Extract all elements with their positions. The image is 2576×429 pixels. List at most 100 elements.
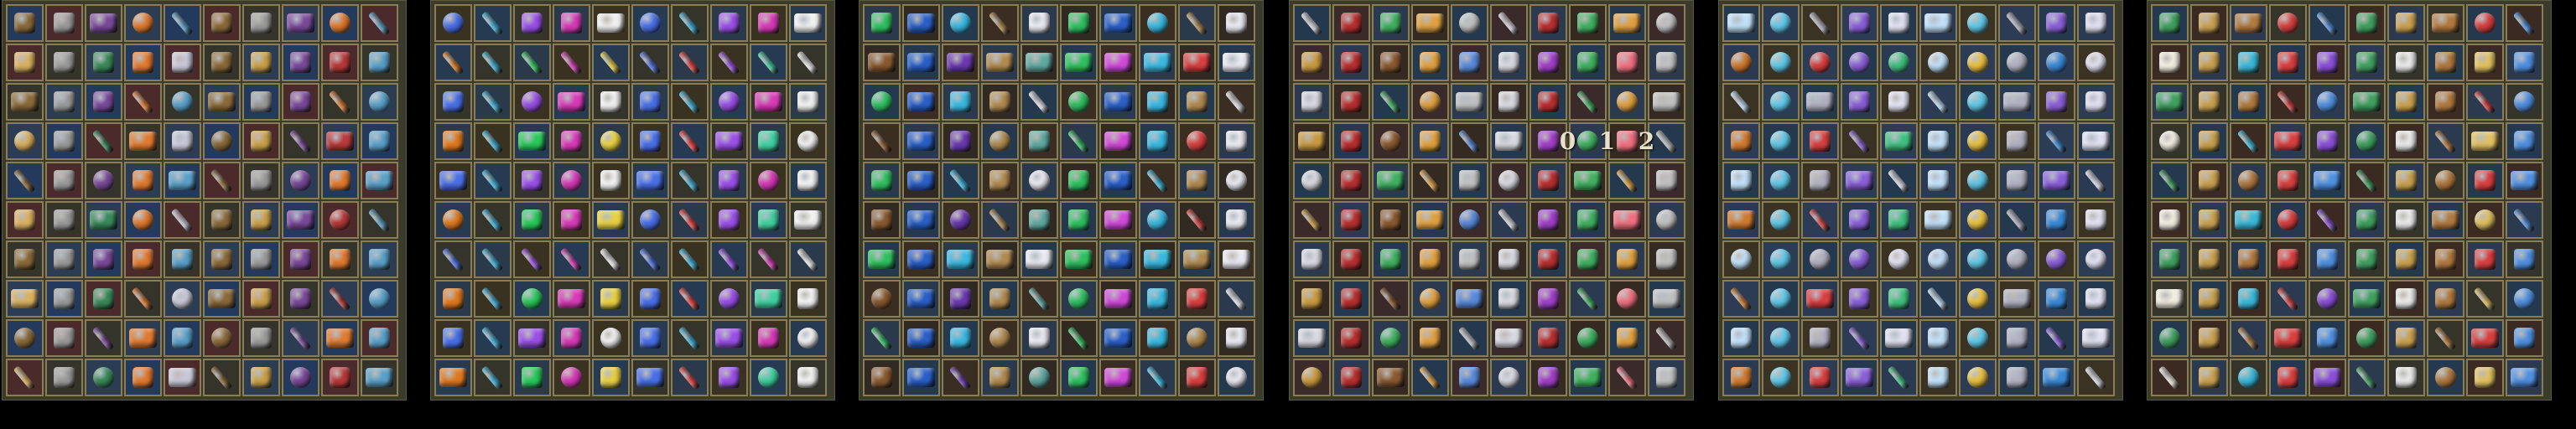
item-slot[interactable]	[474, 280, 512, 318]
item-slot[interactable]	[361, 319, 398, 357]
item-slot[interactable]	[592, 122, 630, 160]
item-slot[interactable]	[2269, 319, 2307, 357]
item-slot[interactable]	[1490, 83, 1528, 121]
item-slot[interactable]	[750, 83, 787, 121]
item-slot[interactable]	[1139, 83, 1176, 121]
item-slot[interactable]	[2151, 122, 2189, 160]
item-slot[interactable]	[2466, 122, 2504, 160]
item-slot[interactable]	[902, 83, 940, 121]
item-slot[interactable]	[321, 280, 359, 318]
item-slot[interactable]	[361, 4, 398, 42]
item-slot[interactable]	[1801, 162, 1839, 199]
item-slot[interactable]	[1411, 319, 1449, 357]
item-slot[interactable]	[2506, 4, 2543, 42]
item-slot[interactable]	[1569, 4, 1607, 42]
item-slot[interactable]	[1722, 201, 1760, 239]
item-slot[interactable]	[321, 122, 359, 160]
item-slot[interactable]	[1762, 162, 1800, 199]
item-slot[interactable]	[1998, 4, 2036, 42]
item-slot[interactable]	[1332, 122, 1370, 160]
item-slot[interactable]	[1608, 44, 1646, 81]
item-slot[interactable]	[1451, 240, 1488, 278]
item-slot[interactable]	[942, 44, 979, 81]
item-slot[interactable]	[981, 319, 1019, 357]
item-slot[interactable]	[789, 359, 827, 396]
item-slot[interactable]	[1372, 201, 1410, 239]
item-slot[interactable]	[45, 201, 83, 239]
item-slot[interactable]	[2427, 240, 2464, 278]
item-slot[interactable]	[434, 359, 472, 396]
item-slot[interactable]	[2427, 83, 2464, 121]
item-slot[interactable]	[2466, 359, 2504, 396]
item-slot[interactable]	[2190, 4, 2228, 42]
item-slot[interactable]	[553, 4, 590, 42]
item-slot[interactable]	[513, 44, 551, 81]
item-slot[interactable]	[321, 4, 359, 42]
item-slot[interactable]	[124, 359, 162, 396]
item-slot[interactable]	[474, 122, 512, 160]
item-slot[interactable]	[863, 319, 901, 357]
item-slot[interactable]	[1959, 122, 1997, 160]
item-slot[interactable]	[2348, 319, 2386, 357]
item-slot[interactable]	[124, 240, 162, 278]
item-slot[interactable]	[164, 240, 201, 278]
item-slot[interactable]	[1722, 162, 1760, 199]
item-slot[interactable]	[85, 122, 122, 160]
item-slot[interactable]	[1841, 122, 1878, 160]
item-slot[interactable]	[124, 122, 162, 160]
item-slot[interactable]	[1139, 280, 1176, 318]
item-slot[interactable]	[789, 319, 827, 357]
item-slot[interactable]	[203, 44, 241, 81]
item-slot[interactable]	[671, 201, 709, 239]
item-slot[interactable]	[1998, 162, 2036, 199]
item-slot[interactable]	[45, 122, 83, 160]
item-slot[interactable]	[2190, 201, 2228, 239]
item-slot[interactable]	[671, 359, 709, 396]
item-slot[interactable]	[6, 122, 44, 160]
item-slot[interactable]	[750, 201, 787, 239]
item-slot[interactable]	[1841, 280, 1878, 318]
item-slot[interactable]	[1332, 44, 1370, 81]
item-slot[interactable]	[710, 44, 748, 81]
item-slot[interactable]	[164, 44, 201, 81]
item-slot[interactable]	[1099, 122, 1137, 160]
item-slot[interactable]	[2506, 240, 2543, 278]
item-slot[interactable]	[2269, 162, 2307, 199]
item-slot[interactable]	[1530, 4, 1567, 42]
item-slot[interactable]	[981, 4, 1019, 42]
item-slot[interactable]	[1959, 240, 1997, 278]
item-slot[interactable]	[1608, 162, 1646, 199]
item-slot[interactable]	[592, 359, 630, 396]
item-slot[interactable]	[1218, 4, 1255, 42]
item-slot[interactable]	[1060, 122, 1098, 160]
item-slot[interactable]	[1959, 162, 1997, 199]
item-slot[interactable]	[2427, 4, 2464, 42]
item-slot[interactable]	[2466, 240, 2504, 278]
item-slot[interactable]	[1608, 83, 1646, 121]
item-slot[interactable]	[2190, 240, 2228, 278]
item-slot[interactable]	[1801, 280, 1839, 318]
item-slot[interactable]	[2190, 319, 2228, 357]
item-slot[interactable]	[2038, 44, 2075, 81]
item-slot[interactable]	[1722, 240, 1760, 278]
item-slot[interactable]	[1722, 319, 1760, 357]
item-slot[interactable]	[2427, 201, 2464, 239]
item-slot[interactable]	[1218, 201, 1255, 239]
item-slot[interactable]	[1372, 122, 1410, 160]
item-slot[interactable]	[1880, 162, 1918, 199]
item-slot[interactable]	[282, 122, 319, 160]
item-slot[interactable]	[1998, 240, 2036, 278]
item-slot[interactable]	[863, 201, 901, 239]
item-slot[interactable]	[2309, 83, 2346, 121]
item-slot[interactable]	[981, 240, 1019, 278]
item-slot[interactable]	[1722, 83, 1760, 121]
item-slot[interactable]	[942, 359, 979, 396]
item-slot[interactable]	[1841, 240, 1878, 278]
item-slot[interactable]	[981, 122, 1019, 160]
item-slot[interactable]	[1218, 280, 1255, 318]
item-slot[interactable]	[1451, 201, 1488, 239]
item-slot[interactable]	[513, 359, 551, 396]
item-slot[interactable]	[2230, 162, 2267, 199]
item-slot[interactable]	[164, 201, 201, 239]
item-slot[interactable]	[203, 319, 241, 357]
